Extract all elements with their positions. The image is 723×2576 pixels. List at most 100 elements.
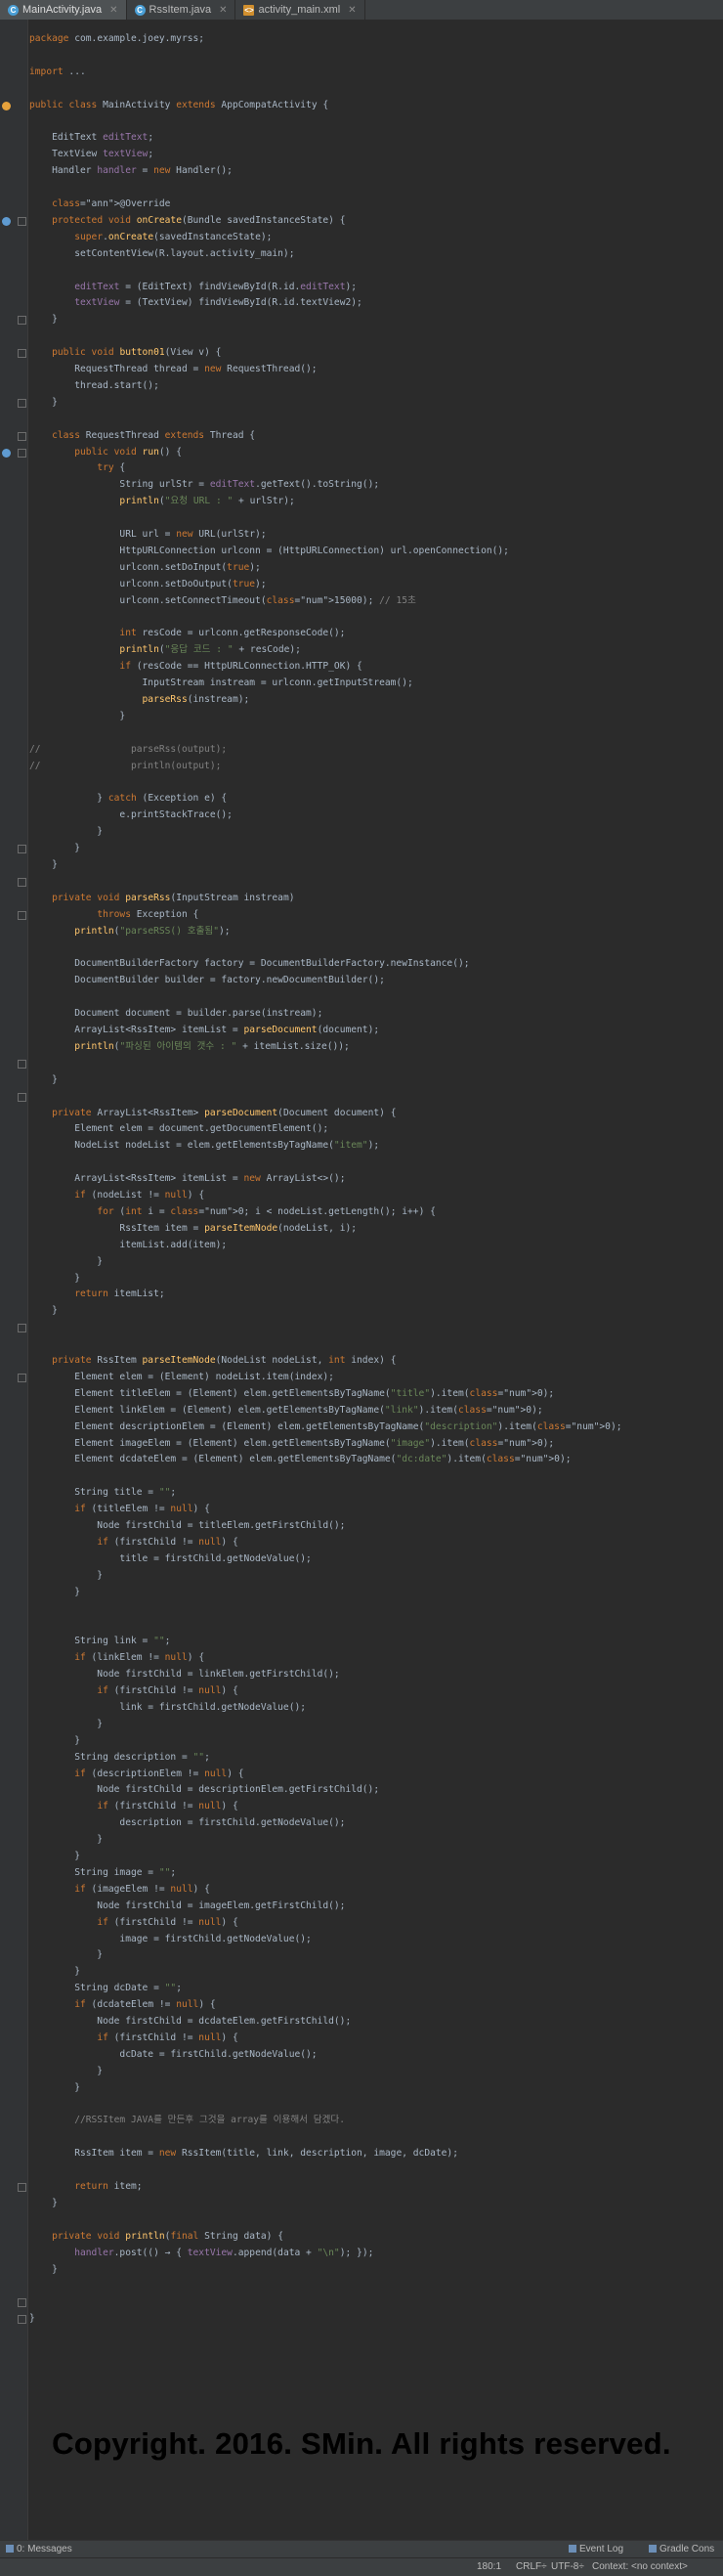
code-line[interactable]: private ArrayList<RssItem> parseDocument… [29,1106,396,1121]
fold-toggle-icon[interactable] [18,431,26,441]
code-line[interactable]: DocumentBuilderFactory factory = Documen… [29,956,469,972]
code-line[interactable]: } [29,1717,103,1732]
code-line[interactable]: textView = (TextView) findViewById(R.id.… [29,295,362,311]
code-line[interactable]: e.printStackTrace(); [29,808,233,823]
code-line[interactable]: class RequestThread extends Thread { [29,428,255,444]
code-line[interactable]: editText = (EditText) findViewById(R.id.… [29,280,357,295]
code-line[interactable]: public class MainActivity extends AppCom… [29,98,328,113]
code-line[interactable]: String dcDate = ""; [29,1981,182,1996]
fold-toggle-icon[interactable] [18,1059,26,1069]
code-line[interactable]: NodeList nodeList = elem.getElementsByTa… [29,1138,379,1154]
code-line[interactable]: image = firstChild.getNodeValue(); [29,1932,311,1947]
code-line[interactable]: public void button01(View v) { [29,345,221,361]
code-line[interactable]: if (firstChild != null) { [29,1799,237,1814]
code-line[interactable]: ArrayList<RssItem> itemList = new ArrayL… [29,1171,345,1187]
code-line[interactable]: RequestThread thread = new RequestThread… [29,362,317,377]
code-line[interactable]: throws Exception { [29,907,198,923]
code-line[interactable]: if (descriptionElem != null) { [29,1767,243,1782]
tab-activity-main-xml[interactable]: <> activity_main.xml ✕ [235,0,365,20]
code-line[interactable]: } [29,1303,58,1319]
code-line[interactable]: } [29,1947,103,1963]
code-line[interactable]: itemList.add(item); [29,1238,227,1253]
code-line[interactable]: int resCode = urlconn.getResponseCode(); [29,626,345,641]
fold-toggle-icon[interactable] [18,1324,26,1333]
close-icon[interactable]: ✕ [219,5,227,16]
code-line[interactable]: Element elem = document.getDocumentEleme… [29,1121,328,1137]
code-line[interactable]: } [29,2080,80,2096]
code-line[interactable]: String description = ""; [29,1750,210,1766]
code-line[interactable]: return item; [29,2179,142,2195]
code-line[interactable]: urlconn.setDoOutput(true); [29,577,266,592]
code-line[interactable]: URL url = new URL(urlStr); [29,527,266,543]
code-line[interactable]: println("응답 코드 : " + resCode); [29,642,301,658]
code-line[interactable]: } catch (Exception e) { [29,791,227,807]
code-line[interactable]: //RSSItem JAVA를 만든후 그것을 array를 이용해서 담겠다. [29,2113,345,2128]
code-line[interactable]: } [29,2196,58,2211]
code-line[interactable]: } [29,1271,80,1287]
code-line[interactable]: Element descriptionElem = (Element) elem… [29,1419,621,1435]
code-line[interactable]: } [29,824,103,840]
caret-position[interactable]: 180:1 [477,2561,501,2572]
code-line[interactable]: } [29,857,58,873]
code-line[interactable]: if (firstChild != null) { [29,2030,237,2046]
code-line[interactable]: } [29,1832,103,1848]
code-line[interactable]: import ... [29,65,86,80]
code-line[interactable]: TextView textView; [29,147,153,162]
code-line[interactable]: Element elem = (Element) nodeList.item(i… [29,1370,334,1385]
code-line[interactable]: for (int i = class="num">0; i < nodeList… [29,1204,436,1220]
code-line[interactable]: Node firstChild = linkElem.getFirstChild… [29,1667,339,1682]
code-line[interactable]: private void parseRss(InputStream instre… [29,891,294,906]
fold-toggle-icon[interactable] [18,1373,26,1382]
line-separator[interactable]: CRLF÷ [516,2561,547,2572]
fold-toggle-icon[interactable] [18,910,26,920]
code-line[interactable]: Element imageElem = (Element) elem.getEl… [29,1436,554,1452]
tab-rss-item[interactable]: C RssItem.java ✕ [127,0,236,20]
code-line[interactable]: } [29,395,58,411]
code-line[interactable]: Node firstChild = dcdateElem.getFirstChi… [29,2014,351,2030]
close-icon[interactable]: ✕ [109,5,117,16]
code-line[interactable]: Node firstChild = imageElem.getFirstChil… [29,1899,345,1914]
code-line[interactable]: try { [29,460,125,476]
code-line[interactable]: Element dcdateElem = (Element) elem.getE… [29,1452,571,1467]
code-line[interactable]: protected void onCreate(Bundle savedInst… [29,213,345,229]
editor-gutter[interactable] [0,20,28,2540]
code-line[interactable]: Handler handler = new Handler(); [29,163,233,179]
fold-toggle-icon[interactable] [18,448,26,458]
code-line[interactable]: String image = ""; [29,1865,176,1881]
code-line[interactable]: urlconn.setConnectTimeout(class="num">15… [29,593,415,609]
code-line[interactable]: parseRss(instream); [29,692,250,708]
gradle-console-button[interactable]: Gradle Cons [649,2544,714,2554]
fold-toggle-icon[interactable] [18,1092,26,1102]
code-line[interactable]: // println(output); [29,759,221,774]
code-line[interactable]: if (nodeList != null) { [29,1188,204,1203]
code-line[interactable]: Element linkElem = (Element) elem.getEle… [29,1403,542,1419]
code-line[interactable]: private RssItem parseItemNode(NodeList n… [29,1353,396,1369]
code-line[interactable]: HttpURLConnection urlconn = (HttpURLConn… [29,544,509,559]
context-indicator[interactable]: Context: <no context> [592,2561,688,2572]
code-line[interactable]: if (titleElem != null) { [29,1502,210,1517]
code-line[interactable]: } [29,1964,80,1980]
code-line[interactable]: public void run() { [29,445,182,460]
file-encoding[interactable]: UTF-8÷ [551,2561,584,2572]
code-editor[interactable]: package com.example.joey.myrss; import ..… [0,20,723,2540]
code-line[interactable]: super.onCreate(savedInstanceState); [29,230,272,245]
code-line[interactable]: EditText editText; [29,130,153,146]
code-line[interactable]: urlconn.setDoInput(true); [29,560,260,576]
code-line[interactable]: String link = ""; [29,1634,170,1649]
code-line[interactable]: return itemList; [29,1287,164,1302]
code-line[interactable]: println("parseRSS() 호출됨"); [29,924,230,939]
code-line[interactable]: } [29,709,125,724]
code-line[interactable]: link = firstChild.getNodeValue(); [29,1700,306,1716]
code-line[interactable]: ArrayList<RssItem> itemList = parseDocum… [29,1023,379,1038]
code-line[interactable]: Element titleElem = (Element) elem.getEl… [29,1386,554,1402]
code-line[interactable]: } [29,312,58,327]
code-line[interactable]: handler.post(() → { textView.append(data… [29,2246,373,2261]
event-log-button[interactable]: Event Log [569,2544,623,2554]
code-line[interactable]: String urlStr = editText.getText().toStr… [29,477,379,493]
code-line[interactable]: } [29,2262,58,2278]
code-line[interactable]: String title = ""; [29,1485,176,1501]
code-line[interactable]: class="ann">@Override [29,196,170,212]
fold-toggle-icon[interactable] [18,398,26,408]
code-line[interactable]: setContentView(R.layout.activity_main); [29,246,294,262]
code-line[interactable]: if (firstChild != null) { [29,1535,237,1550]
